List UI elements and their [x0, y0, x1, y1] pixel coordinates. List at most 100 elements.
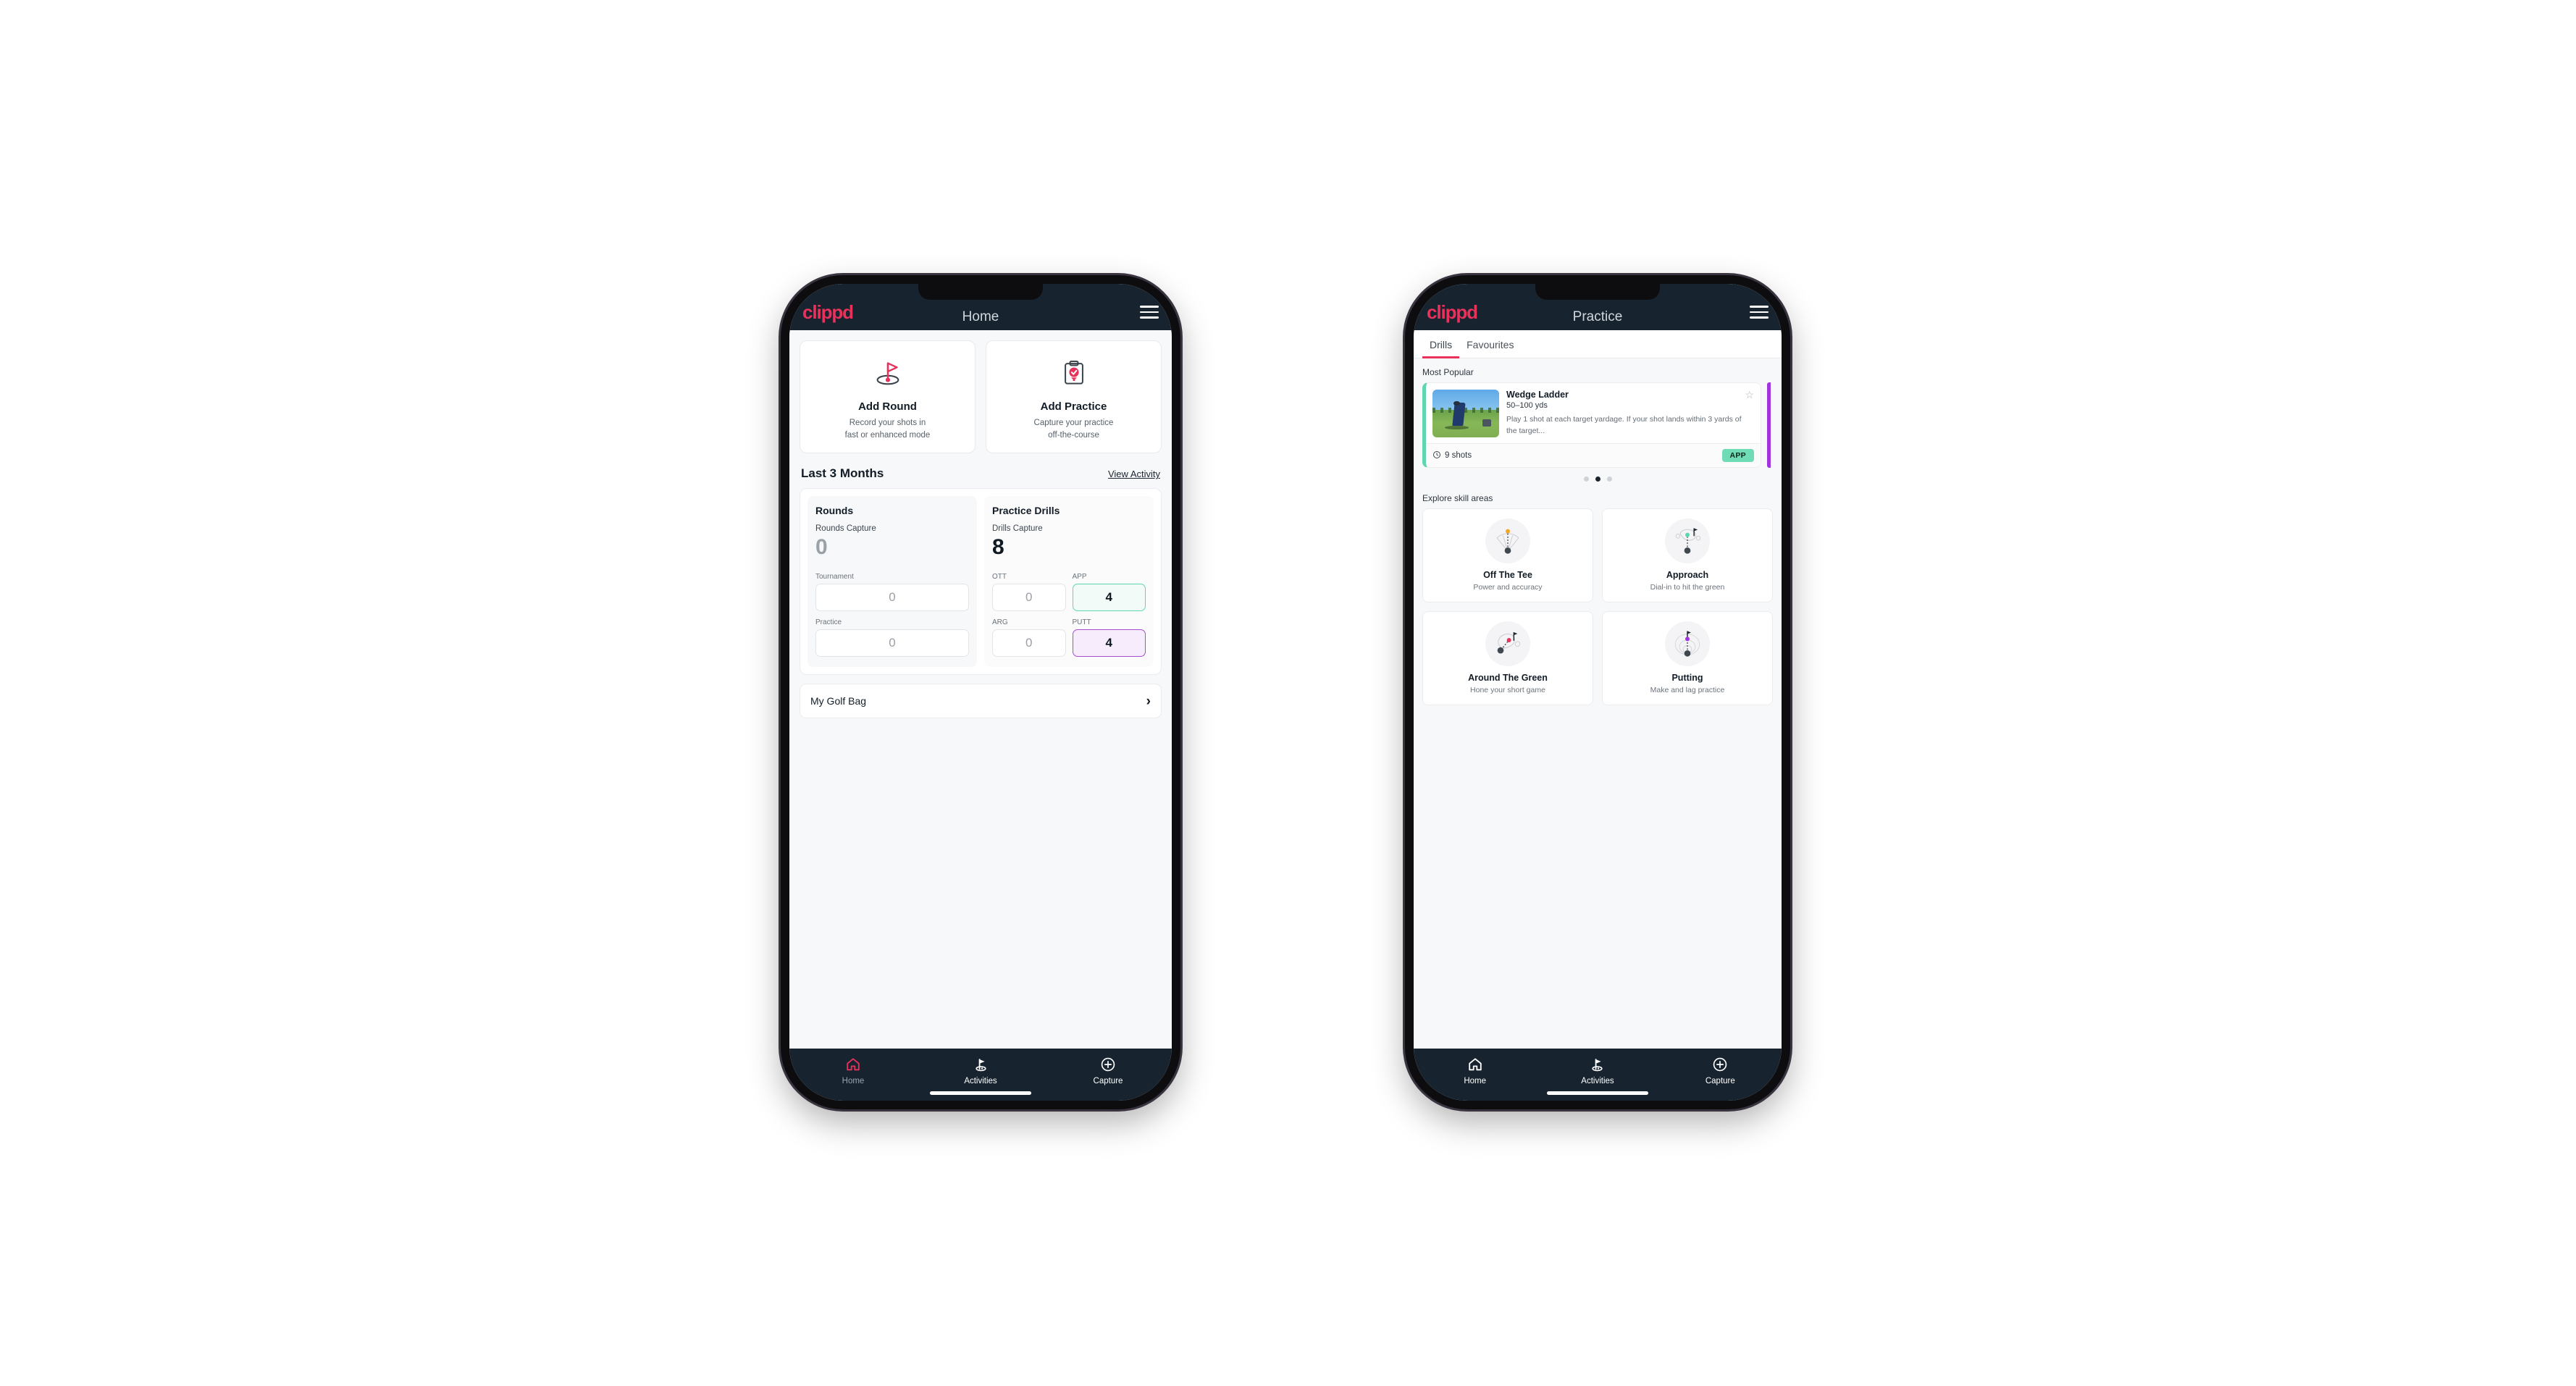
add-practice-desc-line2: off-the-course [1048, 430, 1099, 440]
home-icon [845, 1056, 861, 1073]
drill-shots-label: 9 shots [1445, 451, 1472, 460]
stats-card: Rounds Rounds Capture 0 Tournament 0 Pra… [800, 488, 1162, 676]
nav-item-activities[interactable]: Activities [1536, 1056, 1658, 1085]
skill-title: Approach [1666, 570, 1709, 580]
home-icon [1467, 1056, 1483, 1073]
skill-card-off-the-tee[interactable]: Off The Tee Power and accuracy [1422, 508, 1593, 602]
practice-label: Practice [815, 618, 842, 627]
nav-item-capture[interactable]: Capture [1659, 1056, 1782, 1085]
home-indicator-bar [1547, 1091, 1648, 1095]
putt-label: PUTT [1072, 618, 1091, 627]
home-indicator-bar [930, 1091, 1031, 1095]
drill-title: Wedge Ladder [1506, 390, 1569, 400]
view-activity-link[interactable]: View Activity [1108, 469, 1160, 479]
nav-item-home[interactable]: Home [789, 1056, 917, 1085]
tab-drills[interactable]: Drills [1422, 330, 1460, 358]
drills-capture-label: Drills Capture [992, 524, 1043, 534]
app-value[interactable]: 4 [1072, 584, 1146, 612]
nav-label-capture: Capture [1705, 1077, 1735, 1085]
nav-item-activities[interactable]: Activities [917, 1056, 1044, 1085]
skill-desc: Dial-in to hit the green [1650, 583, 1725, 592]
golf-flag-icon [871, 353, 905, 393]
practice-bottom-nav: Home Activities Capture [1414, 1049, 1782, 1101]
clippd-logo[interactable]: clippd [802, 303, 854, 322]
carousel-dot-1[interactable] [1583, 476, 1589, 482]
add-round-card[interactable]: Add Round Record your shots in fast or e… [800, 340, 976, 454]
nav-label-home: Home [1464, 1077, 1486, 1085]
star-outline-icon[interactable]: ☆ [1745, 390, 1754, 400]
clock-icon [1432, 450, 1441, 461]
skill-title: Around The Green [1468, 673, 1548, 683]
tab-favourites[interactable]: Favourites [1459, 330, 1521, 358]
approach-green-icon [1665, 518, 1710, 563]
golf-flag-icon [973, 1056, 989, 1073]
next-drill-card-peek[interactable] [1767, 382, 1771, 468]
ott-label: OTT [992, 573, 1007, 581]
clippd-logo[interactable]: clippd [1427, 303, 1478, 322]
add-practice-desc: Capture your practice off-the-course [1034, 417, 1114, 441]
most-popular-label: Most Popular [1422, 367, 1474, 377]
practice-screen: clippd Practice Drills Favourites Most P… [1414, 284, 1782, 1101]
hamburger-icon[interactable] [1140, 306, 1159, 319]
plus-circle-icon [1100, 1056, 1116, 1073]
skill-card-approach[interactable]: Approach Dial-in to hit the green [1602, 508, 1773, 602]
home-body: Add Round Record your shots in fast or e… [789, 330, 1172, 1049]
plus-circle-icon [1712, 1056, 1728, 1073]
explore-skill-areas-label: Explore skill areas [1422, 493, 1493, 503]
hamburger-icon[interactable] [1750, 306, 1769, 319]
my-golf-bag-row[interactable]: My Golf Bag › [800, 684, 1162, 719]
putting-rings-icon [1665, 621, 1710, 666]
carousel-dots[interactable] [1422, 476, 1773, 482]
skill-title: Putting [1671, 673, 1703, 683]
add-practice-title: Add Practice [1040, 400, 1107, 413]
around-green-icon [1485, 621, 1530, 666]
add-round-desc-line1: Record your shots in [849, 419, 926, 427]
phone-notch [918, 284, 1043, 300]
tee-shot-fan-icon [1485, 518, 1530, 563]
screenshot-canvas: clippd Home Add Round Record your shots … [0, 0, 2576, 1386]
nav-label-activities: Activities [1581, 1077, 1614, 1085]
drill-yardage: 50–100 yds [1506, 401, 1548, 410]
carousel-dot-2[interactable] [1595, 476, 1600, 482]
phone-mockup-practice: clippd Practice Drills Favourites Most P… [1405, 275, 1790, 1109]
clipboard-check-icon [1058, 353, 1090, 393]
tournament-label: Tournament [815, 573, 854, 581]
add-round-title: Add Round [858, 400, 917, 413]
skill-desc: Hone your short game [1470, 686, 1545, 694]
tournament-value[interactable]: 0 [815, 584, 969, 612]
app-label: APP [1072, 573, 1087, 581]
skill-title: Off The Tee [1483, 570, 1532, 580]
practice-value[interactable]: 0 [815, 629, 969, 658]
skill-card-putting[interactable]: Putting Make and lag practice [1602, 611, 1773, 705]
ott-value[interactable]: 0 [992, 584, 1066, 612]
quick-actions: Add Round Record your shots in fast or e… [800, 340, 1162, 454]
carousel-dot-3[interactable] [1606, 476, 1612, 482]
skill-desc: Power and accuracy [1473, 583, 1543, 592]
home-screen: clippd Home Add Round Record your shots … [789, 284, 1172, 1101]
drills-capture-value: 8 [992, 535, 1004, 560]
drill-category-chip: APP [1721, 449, 1754, 462]
drill-carousel[interactable]: Wedge Ladder ☆ 50–100 yds Play 1 shot at… [1422, 382, 1773, 468]
home-bottom-nav: Home Activities Capture [789, 1049, 1172, 1101]
skill-card-around-the-green[interactable]: Around The Green Hone your short game [1422, 611, 1593, 705]
last-3-months-header: Last 3 Months View Activity [801, 466, 1160, 481]
arg-value[interactable]: 0 [992, 629, 1066, 658]
phone-notch [1535, 284, 1660, 300]
add-practice-card[interactable]: Add Practice Capture your practice off-t… [986, 340, 1162, 454]
drill-shots: 9 shots [1432, 450, 1472, 461]
add-round-desc: Record your shots in fast or enhanced mo… [845, 417, 931, 441]
phone-mockup-home: clippd Home Add Round Record your shots … [781, 275, 1180, 1109]
nav-item-capture[interactable]: Capture [1044, 1056, 1172, 1085]
add-round-desc-line2: fast or enhanced mode [844, 430, 931, 440]
add-practice-desc-line1: Capture your practice [1033, 419, 1114, 427]
arg-label: ARG [992, 618, 1008, 627]
drills-heading: Practice Drills [992, 505, 1060, 517]
nav-label-home: Home [842, 1077, 865, 1085]
drill-card-wedge-ladder[interactable]: Wedge Ladder ☆ 50–100 yds Play 1 shot at… [1422, 382, 1761, 468]
rounds-capture-value: 0 [815, 535, 828, 560]
nav-label-activities: Activities [964, 1077, 997, 1085]
nav-label-capture: Capture [1093, 1077, 1123, 1085]
putt-value[interactable]: 4 [1072, 629, 1146, 658]
nav-item-home[interactable]: Home [1414, 1056, 1536, 1085]
section-title: Last 3 Months [801, 466, 884, 481]
